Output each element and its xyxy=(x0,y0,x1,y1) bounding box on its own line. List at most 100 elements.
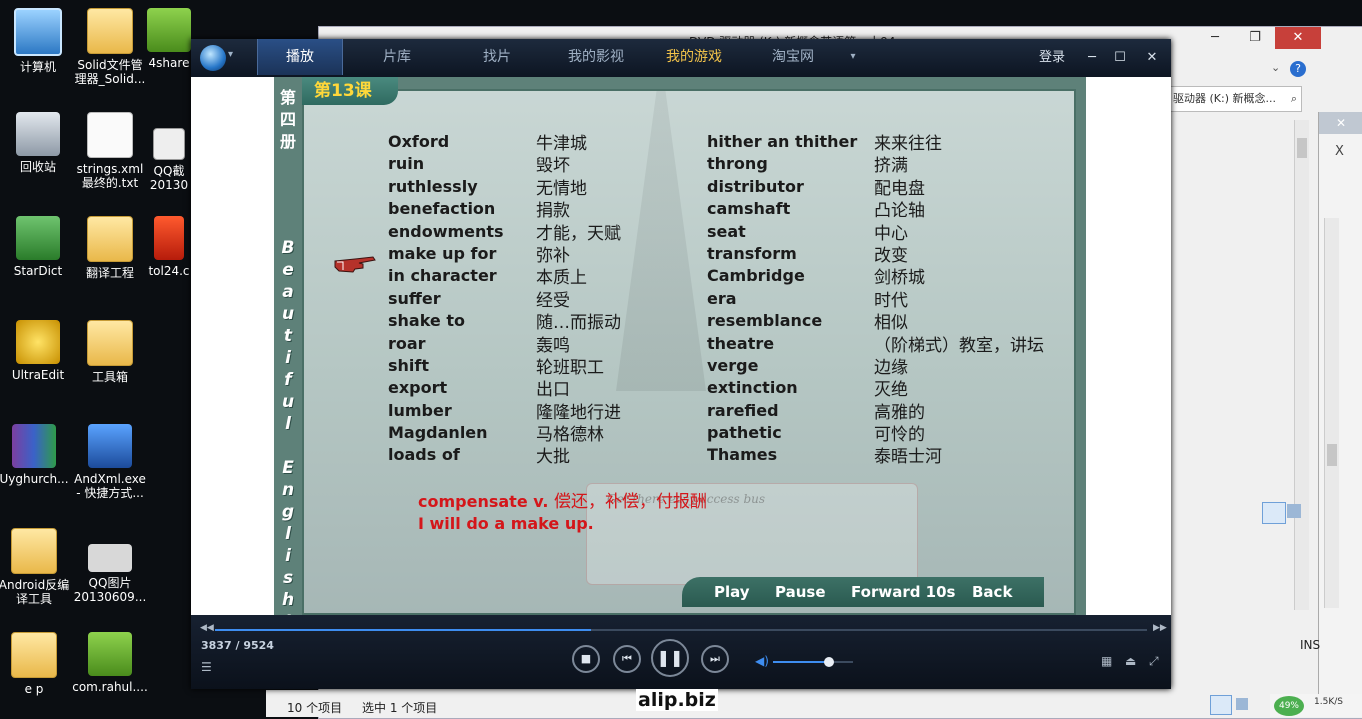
forward-10s-button[interactable]: Forward 10s xyxy=(851,577,955,607)
desktop-icon-qq-screenshot[interactable]: QQ截20130 xyxy=(146,128,192,192)
series-title-char: E xyxy=(282,458,294,478)
tab-library[interactable]: 片库 xyxy=(357,39,437,75)
desktop-icon-computer[interactable]: 计算机 xyxy=(0,8,76,74)
vocab-word: pathetic xyxy=(707,423,782,443)
desktop-icon-label: Uyghurch... xyxy=(0,472,69,486)
close-button[interactable]: ✕ xyxy=(1275,27,1321,49)
close-icon[interactable]: ✕ xyxy=(1139,39,1165,77)
folder-icon xyxy=(11,528,57,574)
tab-my-games[interactable]: 我的游戏 xyxy=(653,39,735,75)
media-player-window: ▾ 播放 片库 找片 我的影视 我的游戏 淘宝网 ▾ 登录 ─ ☐ ✕ Get … xyxy=(191,39,1171,689)
tab-taobao[interactable]: 淘宝网 xyxy=(753,39,833,75)
desktop-icon-ep-folder[interactable]: e p xyxy=(0,632,72,696)
desktop-icon-swf[interactable]: tol24.c xyxy=(146,216,192,278)
vocab-word: Cambridge xyxy=(707,266,805,286)
vocab-meaning: （阶梯式）教室，讲坛 xyxy=(874,335,1044,356)
book-label-char: 第 xyxy=(279,88,296,107)
vocab-word: shake to xyxy=(388,311,465,331)
desktop-icon-translation-folder[interactable]: 翻译工程 xyxy=(72,216,148,280)
minimize-button[interactable]: ─ xyxy=(1195,27,1235,49)
play-button[interactable]: Play xyxy=(714,577,750,607)
time-separator: / xyxy=(231,639,244,652)
chevron-down-icon[interactable]: ⌄ xyxy=(1271,61,1280,74)
pause-button[interactable]: Pause xyxy=(775,577,826,607)
vocab-word: seat xyxy=(707,221,746,241)
desktop-icon-ultraedit[interactable]: UltraEdit xyxy=(0,320,76,382)
series-title-char: i xyxy=(285,348,291,368)
login-button[interactable]: 登录 xyxy=(1031,39,1073,77)
series-title: Beautiful English! xyxy=(274,237,302,633)
back-10s-button[interactable]: Back 10s xyxy=(972,577,1044,631)
eject-icon[interactable]: ⏏ xyxy=(1125,654,1136,668)
desktop-icon-solid-folder[interactable]: Solid文件管理器_Solid... xyxy=(72,8,148,86)
maximize-button[interactable]: ❐ xyxy=(1235,27,1275,49)
desktop-icon-label: QQ图片20130609... xyxy=(73,576,147,604)
player-top-bar: ▾ 播放 片库 找片 我的影视 我的游戏 淘宝网 ▾ 登录 ─ ☐ ✕ xyxy=(191,39,1171,77)
vocab-meaning: 出口 xyxy=(536,380,570,401)
chevron-down-icon[interactable]: ▾ xyxy=(228,49,233,60)
scrollbar[interactable] xyxy=(1324,218,1339,608)
desktop-icon-label: UltraEdit xyxy=(11,368,65,382)
previous-button[interactable]: ⏮ xyxy=(613,645,641,673)
close-icon[interactable]: X xyxy=(1335,144,1344,159)
tiles-view-icon[interactable] xyxy=(1236,698,1248,710)
church-silhouette xyxy=(616,91,706,391)
close-icon[interactable]: ✕ xyxy=(1319,112,1362,134)
series-title-char: s xyxy=(282,568,294,588)
desktop-icon-qq-image[interactable]: QQ图片20130609... xyxy=(72,544,148,604)
scrollbar[interactable] xyxy=(1294,120,1309,610)
vocab-meaning: 随…而振动 xyxy=(536,313,621,334)
progress-bar[interactable] xyxy=(215,629,1147,631)
tab-play[interactable]: 播放 xyxy=(257,39,343,75)
search-icon[interactable]: ⌕ xyxy=(1291,87,1297,111)
volume-knob[interactable] xyxy=(824,657,834,667)
desktop-icon-stardict[interactable]: StarDict xyxy=(0,216,76,278)
scroll-thumb[interactable] xyxy=(1297,138,1307,158)
video-area[interactable]: Get there easy access bus Oxford ruin ruth… xyxy=(274,77,1086,632)
volume-slider[interactable] xyxy=(773,657,853,667)
forward-arrow-icon[interactable]: ▶▶ xyxy=(1153,623,1167,633)
desktop-icon-strings-xml[interactable]: strings.xml最终的.txt xyxy=(72,112,148,190)
address-bar[interactable]: 驱动器 (K:) 新概念... ⌕ xyxy=(1168,86,1302,112)
vocab-meaning: 弥补 xyxy=(536,245,570,266)
rewind-arrow-icon[interactable]: ◀◀ xyxy=(200,623,214,633)
volume-icon[interactable]: ◀) xyxy=(755,654,769,668)
next-button[interactable]: ⏭ xyxy=(701,645,729,673)
tiles-view-icon[interactable] xyxy=(1287,504,1301,518)
right-words: hither an thither throng distributor camsha… xyxy=(707,131,857,467)
ins-indicator: INS xyxy=(1300,638,1321,652)
chevron-down-icon[interactable]: ▾ xyxy=(843,39,863,75)
apk-icon xyxy=(147,8,191,52)
vocab-word: endowments xyxy=(388,221,504,241)
desktop-icon-recycle-bin[interactable]: 回收站 xyxy=(0,112,76,174)
screenshot-icon[interactable]: ▦ xyxy=(1101,654,1112,668)
tab-my-videos[interactable]: 我的影视 xyxy=(555,39,637,75)
desktop-icon-4share[interactable]: 4share xyxy=(146,8,192,70)
minimize-icon[interactable]: ─ xyxy=(1081,39,1103,77)
vocab-word: camshaft xyxy=(707,199,791,219)
scroll-thumb[interactable] xyxy=(1327,444,1337,466)
desktop-icon-andxml[interactable]: AndXml.exe - 快捷方式... xyxy=(72,424,148,500)
help-icon[interactable]: ? xyxy=(1290,61,1306,77)
maximize-icon[interactable]: ☐ xyxy=(1109,39,1131,77)
vocab-word: make up for xyxy=(388,243,497,263)
left-words: Oxford ruin ruthlessly benefaction endowment… xyxy=(388,131,504,467)
folder-icon xyxy=(87,8,133,54)
playlist-icon[interactable]: ☰ xyxy=(201,660,212,674)
series-title-char: g xyxy=(281,502,295,522)
vocab-word: transform xyxy=(707,243,797,263)
stop-button[interactable]: ■ xyxy=(572,645,600,673)
desktop-icon-toolbox[interactable]: 工具箱 xyxy=(72,320,148,384)
folder-icon xyxy=(11,632,57,678)
desktop-icon-android-decompile[interactable]: Android反编译工具 xyxy=(0,528,72,606)
desktop-icon-uyghurch[interactable]: Uyghurch... xyxy=(0,424,72,486)
pause-button[interactable]: ❚❚ xyxy=(651,639,689,677)
player-logo-icon[interactable] xyxy=(200,45,226,71)
desktop-icon-rahul-apk[interactable]: com.rahul.... xyxy=(72,632,148,694)
details-view-icon[interactable] xyxy=(1210,695,1232,715)
vocab-meaning: 改变 xyxy=(874,245,908,266)
desktop-icon-label: 工具箱 xyxy=(91,370,128,384)
fullscreen-icon[interactable]: ⤢ xyxy=(1149,654,1159,669)
details-view-icon[interactable] xyxy=(1262,502,1286,524)
tab-find[interactable]: 找片 xyxy=(457,39,537,75)
